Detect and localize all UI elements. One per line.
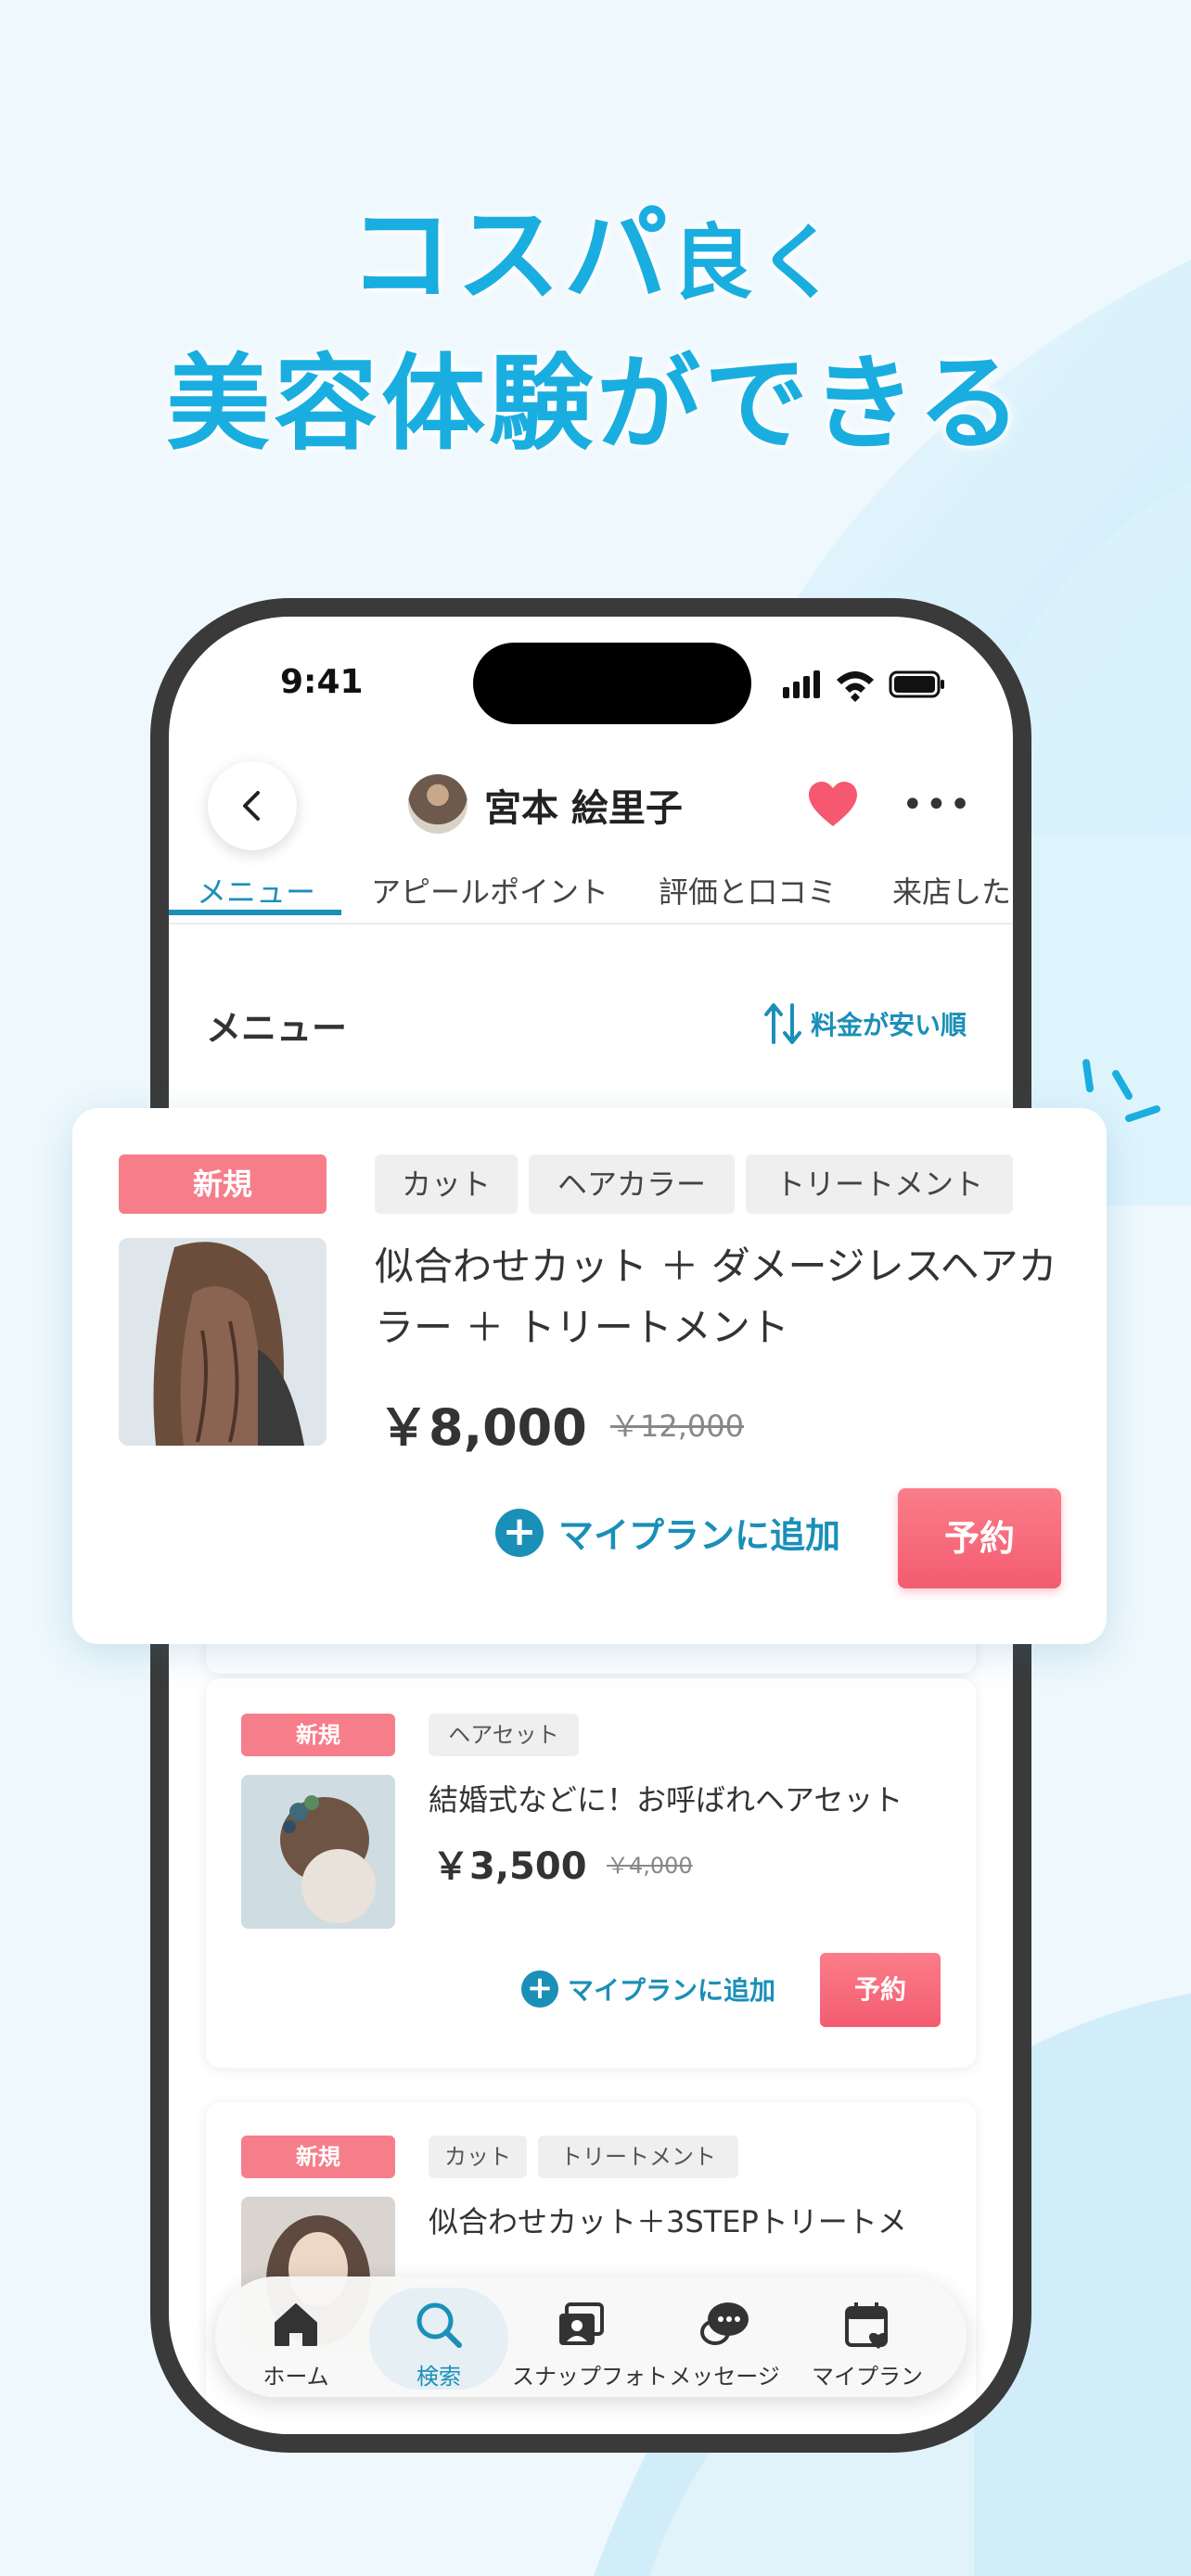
category-tag: ヘアセット xyxy=(429,1714,579,1756)
menu-title: 結婚式などに！お呼ばれヘアセット xyxy=(429,1782,903,1817)
category-tag: トリートメント xyxy=(746,1154,1013,1214)
chevron-left-icon xyxy=(243,791,260,821)
status-icons xyxy=(783,670,944,702)
category-tag: カット xyxy=(429,2136,527,2178)
menu-price: ￥8,000 xyxy=(378,1398,587,1457)
menu-title: 似合わせカット ＋ ダメージレスヘアカラー ＋ トリートメント xyxy=(375,1243,1057,1350)
plus-circle-icon: + xyxy=(495,1508,544,1557)
category-tag: カット xyxy=(375,1154,518,1214)
tab-my-plan[interactable]: マイプラン xyxy=(798,2288,937,2390)
new-badge: 新規 xyxy=(241,2136,395,2178)
tab-home[interactable]: ホーム xyxy=(226,2288,365,2390)
status-time: 9:41 xyxy=(280,663,364,701)
new-badge: 新規 xyxy=(119,1154,327,1214)
tab-message[interactable]: メッセージ xyxy=(655,2288,794,2390)
wifi-icon xyxy=(837,671,874,702)
more-options-button[interactable]: ••• xyxy=(902,786,973,823)
menu-title: 似合わせカット＋3STEPトリートメ xyxy=(429,2204,907,2239)
dynamic-island xyxy=(473,643,751,724)
signal-icon xyxy=(783,687,789,698)
menu-section-title: メニュー xyxy=(206,1008,348,1049)
reserve-button[interactable]: 予約 xyxy=(898,1488,1061,1588)
reserve-button[interactable]: 予約 xyxy=(820,1953,941,2027)
tab-menu[interactable]: メニュー xyxy=(197,869,315,912)
featured-menu-card[interactable]: 新規 カット ヘアカラー トリートメント 似合わせカット ＋ ダメージレスヘアカ… xyxy=(72,1108,1107,1644)
tab-snap-photo[interactable]: スナップフォト xyxy=(512,2288,668,2390)
search-icon xyxy=(416,2302,462,2348)
plus-circle-icon: + xyxy=(521,1970,558,2008)
favorite-heart-icon[interactable] xyxy=(807,780,859,828)
menu-price: ￥3,500 xyxy=(432,1845,587,1888)
back-button[interactable] xyxy=(208,761,297,850)
menu-old-price: ￥4,000 xyxy=(607,1853,693,1879)
message-icon xyxy=(700,2302,749,2345)
headline-line2: 美容体験ができる xyxy=(166,344,1025,465)
sort-label: 料金が安い順 xyxy=(811,1010,967,1040)
add-to-plan-button[interactable]: + マイプランに追加 xyxy=(495,1507,840,1558)
menu-old-price: ￥12,000 xyxy=(610,1409,744,1444)
sort-button[interactable]: 料金が安い順 xyxy=(762,1001,967,1046)
navbar: 宮本 絵里子 ••• xyxy=(169,735,1013,850)
stylist-name: 宮本 絵里子 xyxy=(484,787,683,830)
category-tag: ヘアカラー xyxy=(529,1154,735,1214)
headline-line1: コスパ良く xyxy=(348,196,842,316)
stylist-avatar xyxy=(408,774,467,834)
tab-search[interactable]: 検索 xyxy=(369,2288,508,2390)
menu-thumbnail xyxy=(241,1775,395,1929)
tab-active-indicator xyxy=(169,910,341,915)
calendar-heart-icon xyxy=(845,2302,888,2349)
category-tag: トリートメント xyxy=(538,2136,738,2178)
new-badge: 新規 xyxy=(241,1714,395,1756)
tab-appeal-points[interactable]: アピールポイント xyxy=(371,869,608,912)
tab-reviews[interactable]: 評価と口コミ xyxy=(659,869,837,912)
bottom-tab-bar: ホーム 検索 スナップフォト メッセージ マイプラン xyxy=(215,2276,967,2397)
tab-visited[interactable]: 来店した xyxy=(892,869,1011,912)
menu-card-hairset[interactable]: 新規 ヘアセット 結婚式などに！お呼ばれヘアセット ￥3,500 ￥4,000 … xyxy=(206,1678,976,2068)
add-to-plan-button[interactable]: + マイプランに追加 xyxy=(521,1970,775,2008)
sort-arrows-icon xyxy=(764,1003,801,1044)
snap-photo-icon xyxy=(559,2302,604,2345)
home-icon xyxy=(275,2303,317,2346)
menu-thumbnail xyxy=(119,1238,327,1446)
